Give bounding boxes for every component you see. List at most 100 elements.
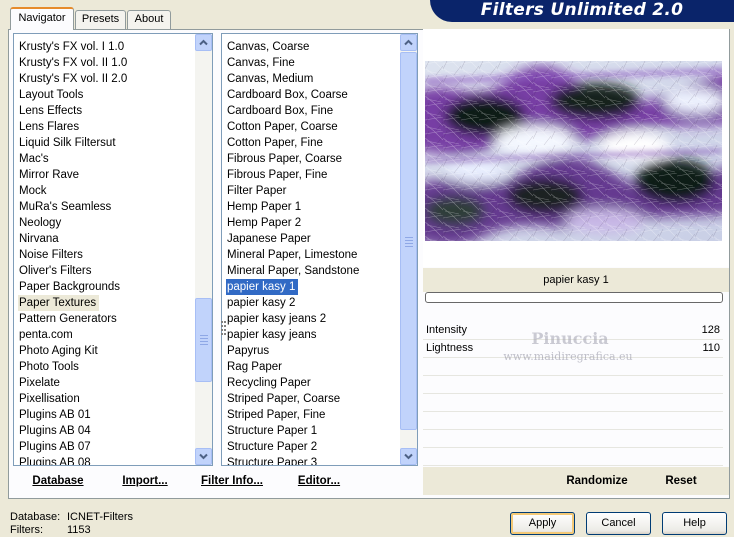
- category-item-label: MuRa's Seamless: [19, 201, 112, 213]
- category-item[interactable]: Krusty's FX vol. I 1.0: [14, 39, 195, 55]
- category-item[interactable]: Lens Flares: [14, 119, 195, 135]
- filter-item-label: Striped Paper, Coarse: [227, 393, 341, 405]
- category-item[interactable]: Paper Textures: [14, 295, 195, 311]
- category-item[interactable]: Mock: [14, 183, 195, 199]
- category-list[interactable]: Krusty's FX vol. I 1.0 Krusty's FX vol. I…: [13, 33, 213, 466]
- category-item-label: Mirror Rave: [19, 169, 80, 181]
- parameter-row[interactable]: Lightness 110: [423, 340, 723, 358]
- category-item-label: Lens Flares: [19, 121, 80, 133]
- filter-item[interactable]: Structure Paper 3: [222, 455, 400, 465]
- import-button[interactable]: Import...: [117, 472, 173, 490]
- category-item[interactable]: Pattern Generators: [14, 311, 195, 327]
- database-button[interactable]: Database: [25, 472, 91, 490]
- filter-item[interactable]: papier kasy jeans 2: [222, 311, 400, 327]
- filter-item[interactable]: Mineral Paper, Sandstone: [222, 263, 400, 279]
- filter-item[interactable]: Cardboard Box, Fine: [222, 103, 400, 119]
- filter-item[interactable]: Structure Paper 2: [222, 439, 400, 455]
- category-item[interactable]: penta.com: [14, 327, 195, 343]
- category-item[interactable]: Oliver's Filters: [14, 263, 195, 279]
- filter-scroll-thumb[interactable]: [400, 52, 417, 430]
- category-item[interactable]: Paper Backgrounds: [14, 279, 195, 295]
- category-list-items: Krusty's FX vol. I 1.0 Krusty's FX vol. I…: [14, 39, 195, 465]
- category-item[interactable]: Photo Tools: [14, 359, 195, 375]
- category-item[interactable]: Plugins AB 01: [14, 407, 195, 423]
- filter-item[interactable]: Canvas, Coarse: [222, 39, 400, 55]
- category-scroll-down-button[interactable]: [195, 448, 212, 465]
- chevron-down-icon: [404, 453, 413, 460]
- category-item[interactable]: Plugins AB 08: [14, 455, 195, 465]
- filter-item[interactable]: Papyrus: [222, 343, 400, 359]
- category-item[interactable]: Neology: [14, 215, 195, 231]
- help-button[interactable]: Help: [662, 512, 727, 535]
- filter-item[interactable]: Fibrous Paper, Coarse: [222, 151, 400, 167]
- category-item[interactable]: Mac's: [14, 151, 195, 167]
- category-item[interactable]: Pixelate: [14, 375, 195, 391]
- parameter-value[interactable]: 110: [702, 342, 720, 354]
- category-item[interactable]: Plugins AB 07: [14, 439, 195, 455]
- cancel-button[interactable]: Cancel: [586, 512, 651, 535]
- tab-presets[interactable]: Presets: [75, 10, 126, 30]
- filter-item[interactable]: Canvas, Medium: [222, 71, 400, 87]
- filter-list[interactable]: Canvas, Coarse Canvas, Fine Canvas, Medium…: [221, 33, 418, 466]
- category-item[interactable]: Layout Tools: [14, 87, 195, 103]
- filter-item[interactable]: Recycling Paper: [222, 375, 400, 391]
- filter-item[interactable]: Rag Paper: [222, 359, 400, 375]
- filter-item[interactable]: Hemp Paper 1: [222, 199, 400, 215]
- filter-item-label: Cotton Paper, Fine: [227, 137, 323, 149]
- window-title: Filters Unlimited 2.0: [480, 0, 684, 20]
- filter-item-label: Canvas, Medium: [227, 73, 314, 85]
- filter-item-label: Canvas, Coarse: [227, 41, 310, 53]
- filter-item[interactable]: Cotton Paper, Coarse: [222, 119, 400, 135]
- filter-info-button[interactable]: Filter Info...: [197, 472, 267, 490]
- filter-item[interactable]: papier kasy 2: [222, 295, 400, 311]
- category-item[interactable]: MuRa's Seamless: [14, 199, 195, 215]
- filter-item[interactable]: papier kasy jeans: [222, 327, 400, 343]
- category-scroll-up-button[interactable]: [195, 34, 212, 51]
- category-item[interactable]: Lens Effects: [14, 103, 195, 119]
- category-item[interactable]: Mirror Rave: [14, 167, 195, 183]
- parameter-value[interactable]: 128: [702, 324, 720, 336]
- filter-scrollbar[interactable]: [400, 34, 417, 465]
- category-item[interactable]: Noise Filters: [14, 247, 195, 263]
- progress-bar: [425, 292, 723, 303]
- category-item[interactable]: Krusty's FX vol. II 1.0: [14, 55, 195, 71]
- filter-item[interactable]: Cardboard Box, Coarse: [222, 87, 400, 103]
- category-item[interactable]: Photo Aging Kit: [14, 343, 195, 359]
- parameter-row: [423, 448, 723, 466]
- editor-button[interactable]: Editor...: [294, 472, 344, 490]
- tab-navigator[interactable]: Navigator: [10, 7, 74, 30]
- filter-item[interactable]: Mineral Paper, Limestone: [222, 247, 400, 263]
- filter-item[interactable]: Striped Paper, Coarse: [222, 391, 400, 407]
- filter-item[interactable]: Fibrous Paper, Fine: [222, 167, 400, 183]
- category-item-label: Photo Tools: [19, 361, 79, 373]
- category-item[interactable]: Nirvana: [14, 231, 195, 247]
- filter-item[interactable]: Hemp Paper 2: [222, 215, 400, 231]
- filter-item[interactable]: Cotton Paper, Fine: [222, 135, 400, 151]
- filter-item[interactable]: papier kasy 1: [222, 279, 400, 295]
- filter-item[interactable]: Canvas, Fine: [222, 55, 400, 71]
- category-item[interactable]: Liquid Silk Filtersut: [14, 135, 195, 151]
- filter-item[interactable]: Filter Paper: [222, 183, 400, 199]
- splitter-grip-icon[interactable]: [221, 321, 227, 337]
- filter-item-label: Hemp Paper 2: [227, 217, 302, 229]
- filter-scroll-up-button[interactable]: [400, 34, 417, 51]
- filter-item[interactable]: Structure Paper 1: [222, 423, 400, 439]
- category-scroll-thumb[interactable]: [195, 298, 212, 382]
- filter-scroll-down-button[interactable]: [400, 448, 417, 465]
- category-scrollbar[interactable]: [195, 34, 212, 465]
- tab-about[interactable]: About: [127, 10, 171, 30]
- category-item[interactable]: Pixellisation: [14, 391, 195, 407]
- title-banner: Filters Unlimited 2.0: [430, 0, 734, 22]
- category-item[interactable]: Krusty's FX vol. II 2.0: [14, 71, 195, 87]
- category-item-label: Plugins AB 04: [19, 425, 91, 437]
- filter-item[interactable]: Striped Paper, Fine: [222, 407, 400, 423]
- apply-button[interactable]: Apply: [510, 512, 575, 535]
- filter-item[interactable]: Japanese Paper: [222, 231, 400, 247]
- category-item-label: Krusty's FX vol. II 2.0: [19, 73, 128, 85]
- parameter-name: Intensity: [426, 324, 467, 336]
- filter-item-label: Striped Paper, Fine: [227, 409, 326, 421]
- category-item[interactable]: Plugins AB 04: [14, 423, 195, 439]
- parameter-row[interactable]: Intensity 128: [423, 322, 723, 340]
- randomize-button[interactable]: Randomize: [559, 472, 635, 490]
- reset-button[interactable]: Reset: [658, 472, 704, 490]
